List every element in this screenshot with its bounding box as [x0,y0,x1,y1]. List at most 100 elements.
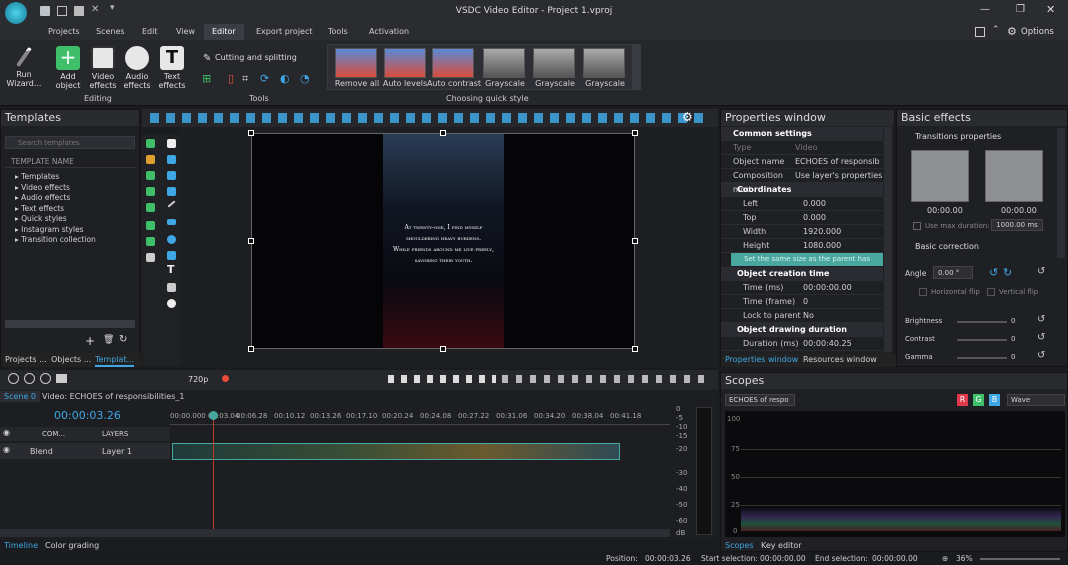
quick-style-thumb[interactable] [583,48,625,78]
person-icon[interactable] [146,155,155,164]
rectangle-icon[interactable] [167,219,176,225]
transition-out-thumb[interactable] [985,150,1043,202]
section-common[interactable]: Common settings [721,127,883,141]
quick-style-thumb[interactable] [483,48,525,78]
menu-edit[interactable]: Edit [142,27,158,36]
menu-export-project[interactable]: Export project [256,27,313,36]
zoom-icon[interactable]: ⊕ [942,552,948,565]
ellipse-icon[interactable] [167,235,176,244]
layer-icon[interactable] [146,171,155,180]
menu-activation[interactable]: Activation [369,27,409,36]
rotate-icon[interactable]: ⟳ [260,72,269,85]
search-input[interactable] [5,136,135,149]
angle-field[interactable]: 0.00 ° [933,266,973,279]
tab-properties[interactable]: Properties window [725,355,798,364]
add-object-button[interactable]: + Add object [51,46,85,90]
audio-icon[interactable] [167,187,176,196]
transitions-header[interactable]: Transitions properties [915,132,1001,141]
hflip-checkbox[interactable] [919,288,927,296]
layout-icon[interactable] [975,27,985,37]
timeline-tools[interactable] [502,375,712,383]
tab-scene[interactable]: Scene 0 [0,391,41,402]
run-wizard-button[interactable]: Run Wizard... [5,46,43,88]
tree-item[interactable]: ▸ Text effects [15,204,135,215]
rotate-right-icon[interactable]: ↻ [1003,266,1012,279]
zoom-slider[interactable] [980,558,1060,560]
refresh-icon[interactable]: ↻ [119,334,127,345]
prop-duration[interactable]: Duration (ms) 00:00:40.25 [721,337,883,351]
line-icon[interactable] [167,200,176,208]
resize-handle[interactable] [632,238,638,244]
quick-style-thumb[interactable] [533,48,575,78]
video-effects-button[interactable]: Video effects [86,46,120,90]
quick-style-thumb[interactable] [384,48,426,78]
templates-hscroll[interactable] [5,320,135,328]
playback-controls[interactable] [388,375,496,383]
tree-item[interactable]: ▸ Video effects [15,183,135,194]
tab-scopes[interactable]: Scopes [725,541,754,550]
transition-in-thumb[interactable] [911,150,969,202]
layer-row[interactable]: ◉ Blend Layer 1 [0,443,170,459]
trim-icon[interactable]: ⌗ [242,72,248,86]
crop-icon[interactable]: ⊞ [202,72,211,85]
reset-angle-icon[interactable]: ↺ [1037,266,1045,277]
video-icon[interactable] [167,155,176,164]
prop-lock[interactable]: Lock to parent c No [721,309,883,334]
settings-layer-icon[interactable] [40,373,51,384]
video-clip[interactable] [172,443,620,460]
use-max-checkbox[interactable] [913,222,921,230]
menu-editor[interactable]: Editor [204,24,244,40]
text-effects-button[interactable]: T Text effects [155,46,189,90]
menu-view[interactable]: View [176,27,195,36]
resize-handle[interactable] [632,130,638,136]
menu-scenes[interactable]: Scenes [96,27,125,36]
resolution-dropdown[interactable]: 720p [188,375,208,384]
contrast-slider[interactable] [957,339,1007,341]
tree-item[interactable]: ▸ Quick styles [15,214,135,225]
rotate-left-icon[interactable]: ↺ [989,266,998,279]
tree-item[interactable]: ▸ Instagram styles [15,225,135,236]
prop-object-name[interactable]: Object name ECHOES of responsib [721,155,883,169]
prop-time-ms[interactable]: Time (ms) 00:00:00.00 [721,281,883,295]
prop-top[interactable]: Top 0.000 [721,211,883,225]
resize-handle[interactable] [440,346,446,352]
music-icon[interactable] [146,187,155,196]
video-canvas[interactable]: At twenty-one, I find myself shouldering… [251,133,635,349]
menu-projects[interactable]: Projects [48,27,80,36]
tab-key-editor[interactable]: Key editor [761,541,802,550]
tab-color-grading[interactable]: Color grading [45,541,99,550]
blend-mode[interactable]: Blend [30,447,53,456]
resize-handle[interactable] [248,238,254,244]
playhead[interactable] [213,411,214,529]
resize-handle[interactable] [248,130,254,136]
tab-projects[interactable]: Projects ... [5,355,47,364]
tree-item[interactable]: ▸ Audio effects [15,193,135,204]
max-duration-field[interactable]: 1000.00 ms [991,219,1043,231]
bars-icon[interactable] [146,221,155,230]
playhead-handle[interactable] [209,411,218,420]
stabilize-icon[interactable]: ◐ [280,72,290,85]
film-icon[interactable] [56,374,67,383]
speed-icon[interactable]: ◔ [300,72,310,85]
resize-handle[interactable] [632,346,638,352]
tab-video[interactable]: Video: ECHOES of responsibilities_1 [42,392,184,401]
delete-icon[interactable]: 🗑 [103,335,114,345]
close-button[interactable]: ✕ [1046,3,1055,16]
settings-icon[interactable]: ⚙ [682,110,693,124]
resize-handle[interactable] [248,346,254,352]
quick-style-thumb[interactable] [432,48,474,78]
gear-icon[interactable]: ⚙ [1007,25,1017,38]
section-drawing[interactable]: Object drawing duration [721,323,883,337]
correction-header[interactable]: Basic correction [915,242,979,251]
select-icon[interactable] [167,139,176,148]
effects-scrollbar[interactable] [1057,128,1065,258]
options-button[interactable]: Options [1021,27,1054,37]
split-icon[interactable]: ▯ [228,72,234,85]
record-icon[interactable] [222,375,229,382]
channel-r[interactable]: R [957,394,968,406]
prop-left[interactable]: Left 0.000 [721,197,883,211]
vflip-checkbox[interactable] [987,288,995,296]
layer-visibility-icon[interactable]: ◉ [3,445,10,454]
timeline-hscroll[interactable] [0,529,670,537]
properties-scrollbar[interactable] [884,127,892,352]
